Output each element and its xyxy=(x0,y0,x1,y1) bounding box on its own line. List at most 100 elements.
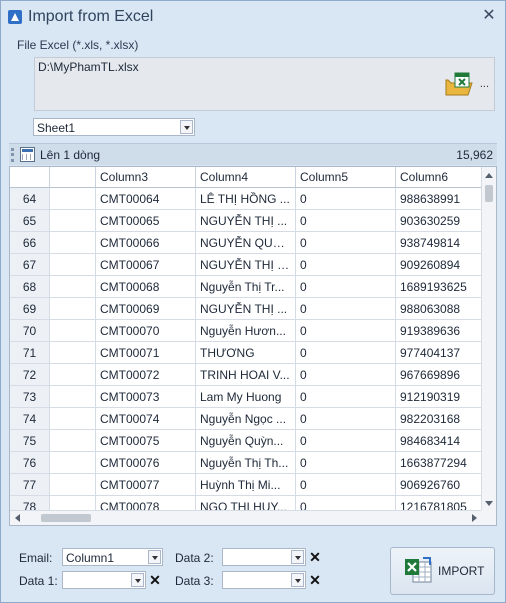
table-cell[interactable]: 0 xyxy=(296,188,396,209)
table-cell[interactable] xyxy=(50,408,96,429)
table-cell[interactable]: 0 xyxy=(296,254,396,275)
clear-data1-button[interactable]: ✕ xyxy=(148,573,162,587)
row-number-cell[interactable]: 67 xyxy=(10,254,50,275)
table-cell[interactable]: 0 xyxy=(296,276,396,297)
scroll-down-icon[interactable] xyxy=(485,501,493,506)
row-number-cell[interactable]: 77 xyxy=(10,474,50,495)
table-cell[interactable]: 0 xyxy=(296,386,396,407)
table-cell[interactable]: CMT00074 xyxy=(96,408,196,429)
table-cell[interactable]: 0 xyxy=(296,474,396,495)
table-cell[interactable]: Nguyễn Hươn... xyxy=(196,320,296,341)
data3-column-select[interactable] xyxy=(222,571,306,589)
table-cell[interactable] xyxy=(50,276,96,297)
table-cell[interactable]: Nguyễn Thị Tr... xyxy=(196,276,296,297)
table-row[interactable]: 72 CMT00072 TRINH HOAI V... 0 967669896 xyxy=(10,364,482,386)
table-row[interactable]: 76 CMT00076 Nguyễn Thị Th... 0 1663877294 xyxy=(10,452,482,474)
row-number-cell[interactable]: 69 xyxy=(10,298,50,319)
table-cell[interactable]: LÊ THỊ HỒNG ... xyxy=(196,188,296,209)
table-cell[interactable]: CMT00076 xyxy=(96,452,196,473)
vertical-scrollbar[interactable] xyxy=(481,167,496,512)
table-row[interactable]: 77 CMT00077 Huỳnh Thị Mi... 0 906926760 xyxy=(10,474,482,496)
table-cell[interactable] xyxy=(50,430,96,451)
row-number-cell[interactable]: 71 xyxy=(10,342,50,363)
data-grid[interactable]: Column3 Column4 Column5 Column6 64 CMT000… xyxy=(9,166,497,526)
table-row[interactable]: 70 CMT00070 Nguyễn Hươn... 0 919389636 xyxy=(10,320,482,342)
table-cell[interactable]: 0 xyxy=(296,298,396,319)
table-row[interactable]: 66 CMT00066 NGUYỄN QUỐ... 0 938749814 xyxy=(10,232,482,254)
column-header[interactable] xyxy=(10,167,50,187)
table-row[interactable]: 64 CMT00064 LÊ THỊ HỒNG ... 0 988638991 xyxy=(10,188,482,210)
table-cell[interactable]: 906926760 xyxy=(396,474,482,495)
scroll-left-icon[interactable] xyxy=(15,514,20,522)
table-cell[interactable]: 977404137 xyxy=(396,342,482,363)
table-cell[interactable]: 0 xyxy=(296,452,396,473)
table-cell[interactable]: TRINH HOAI V... xyxy=(196,364,296,385)
column-header[interactable]: Column4 xyxy=(196,167,296,187)
table-row[interactable]: 67 CMT00067 NGUYỄN THỊ Ý... 0 909260894 xyxy=(10,254,482,276)
table-cell[interactable]: 912190319 xyxy=(396,386,482,407)
table-cell[interactable] xyxy=(50,210,96,231)
table-cell[interactable]: 938749814 xyxy=(396,232,482,253)
sheet-select[interactable]: Sheet1 xyxy=(33,118,195,136)
horizontal-scroll-thumb[interactable] xyxy=(41,514,91,522)
row-number-cell[interactable]: 64 xyxy=(10,188,50,209)
close-button[interactable]: ✕ xyxy=(481,8,497,24)
table-cell[interactable]: Lam My Huong xyxy=(196,386,296,407)
row-number-cell[interactable]: 65 xyxy=(10,210,50,231)
data1-column-select[interactable] xyxy=(62,571,146,589)
scroll-right-icon[interactable] xyxy=(472,514,477,522)
table-cell[interactable]: 0 xyxy=(296,320,396,341)
browse-button[interactable]: ... xyxy=(480,78,489,90)
row-number-cell[interactable]: 74 xyxy=(10,408,50,429)
table-row[interactable]: 65 CMT00065 NGUYỄN THỊ ... 0 903630259 xyxy=(10,210,482,232)
chevron-down-icon[interactable] xyxy=(131,573,144,587)
column-header[interactable]: Column5 xyxy=(296,167,396,187)
table-cell[interactable] xyxy=(50,254,96,275)
table-row[interactable]: 68 CMT00068 Nguyễn Thị Tr... 0 1689193625 xyxy=(10,276,482,298)
table-cell[interactable]: CMT00071 xyxy=(96,342,196,363)
column-header[interactable]: Column3 xyxy=(96,167,196,187)
table-cell[interactable]: CMT00068 xyxy=(96,276,196,297)
table-row[interactable]: 73 CMT00073 Lam My Huong 0 912190319 xyxy=(10,386,482,408)
import-button[interactable]: IMPORT xyxy=(390,547,495,595)
table-cell[interactable]: 984683414 xyxy=(396,430,482,451)
row-number-cell[interactable]: 75 xyxy=(10,430,50,451)
table-cell[interactable] xyxy=(50,474,96,495)
table-cell[interactable] xyxy=(50,452,96,473)
clear-data2-button[interactable]: ✕ xyxy=(308,550,322,564)
table-cell[interactable]: NGUYỄN QUỐ... xyxy=(196,232,296,253)
table-cell[interactable]: 0 xyxy=(296,232,396,253)
table-cell[interactable]: CMT00075 xyxy=(96,430,196,451)
column-header[interactable]: Column6 xyxy=(396,167,482,187)
horizontal-scrollbar[interactable] xyxy=(10,510,482,525)
table-cell[interactable]: 909260894 xyxy=(396,254,482,275)
row-number-cell[interactable]: 72 xyxy=(10,364,50,385)
table-cell[interactable]: CMT00069 xyxy=(96,298,196,319)
table-cell[interactable] xyxy=(50,386,96,407)
table-cell[interactable] xyxy=(50,320,96,341)
table-cell[interactable]: 988638991 xyxy=(396,188,482,209)
table-cell[interactable] xyxy=(50,232,96,253)
table-cell[interactable]: NGUYỄN THỊ Ý... xyxy=(196,254,296,275)
table-cell[interactable]: CMT00073 xyxy=(96,386,196,407)
table-cell[interactable] xyxy=(50,364,96,385)
table-cell[interactable]: 903630259 xyxy=(396,210,482,231)
table-cell[interactable]: 988063088 xyxy=(396,298,482,319)
table-cell[interactable]: CMT00077 xyxy=(96,474,196,495)
table-row[interactable]: 69 CMT00069 NGUYỄN THỊ ... 0 988063088 xyxy=(10,298,482,320)
row-number-cell[interactable]: 70 xyxy=(10,320,50,341)
table-row[interactable]: 74 CMT00074 Nguyễn Ngọc ... 0 982203168 xyxy=(10,408,482,430)
email-column-select[interactable]: Column1 xyxy=(62,548,163,566)
table-cell[interactable]: 0 xyxy=(296,430,396,451)
vertical-scroll-thumb[interactable] xyxy=(485,185,493,202)
table-cell[interactable]: 0 xyxy=(296,364,396,385)
row-number-cell[interactable]: 76 xyxy=(10,452,50,473)
table-up-icon[interactable] xyxy=(20,147,35,162)
table-cell[interactable]: 1663877294 xyxy=(396,452,482,473)
up-one-row-button[interactable]: Lên 1 dòng xyxy=(40,148,100,162)
table-cell[interactable]: THƯƠNG xyxy=(196,342,296,363)
table-cell[interactable]: CMT00065 xyxy=(96,210,196,231)
clear-data3-button[interactable]: ✕ xyxy=(308,573,322,587)
chevron-down-icon[interactable] xyxy=(148,550,161,564)
chevron-down-icon[interactable] xyxy=(291,573,304,587)
